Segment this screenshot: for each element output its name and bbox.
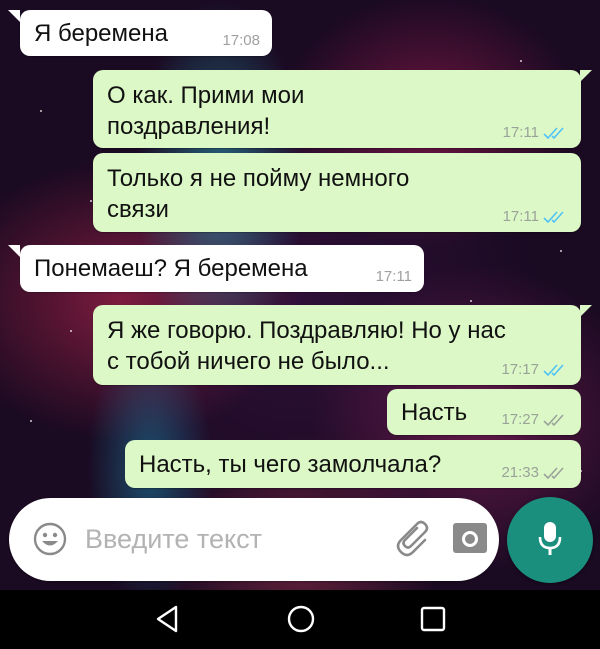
read-double-tick-icon bbox=[543, 363, 569, 377]
message-bubble-outgoing[interactable]: Насть, ты чего замолчала? 21:33 bbox=[125, 440, 581, 488]
message-text: Насть bbox=[401, 399, 468, 426]
message-time: 17:11 bbox=[502, 208, 539, 225]
message-text: Только я не пойму немного связи bbox=[107, 165, 410, 223]
message-text: Я беремена bbox=[34, 20, 168, 47]
bubble-tail bbox=[580, 70, 592, 82]
message-meta: 17:11 bbox=[503, 124, 569, 142]
message-meta: 17:11 bbox=[503, 208, 569, 226]
mic-button[interactable] bbox=[507, 497, 593, 583]
message-time: 17:17 bbox=[501, 361, 539, 378]
message-bubble-outgoing[interactable]: Насть 17:27 bbox=[387, 389, 581, 435]
read-double-tick-icon bbox=[543, 126, 569, 140]
message-meta: 21:33 bbox=[501, 464, 569, 482]
delivered-double-tick-icon bbox=[543, 466, 569, 480]
message-time: 17:11 bbox=[502, 124, 539, 141]
message-bubble-incoming[interactable]: Я беремена 17:08 bbox=[20, 10, 272, 56]
emoji-icon[interactable] bbox=[33, 522, 67, 556]
message-bubble-outgoing[interactable]: Только я не пойму немного связи 17:11 bbox=[93, 153, 581, 232]
attach-icon[interactable] bbox=[395, 518, 435, 558]
message-time: 21:33 bbox=[501, 464, 539, 481]
message-composer[interactable]: Введите текст bbox=[9, 498, 499, 581]
message-input[interactable]: Введите текст bbox=[85, 522, 262, 556]
mic-icon bbox=[538, 522, 562, 555]
camera-icon[interactable] bbox=[452, 522, 488, 554]
message-meta: 17:27 bbox=[501, 411, 569, 429]
message-bubble-outgoing[interactable]: Я же говорю. Поздравляю! Но у нас с тобо… bbox=[93, 305, 581, 385]
home-icon[interactable] bbox=[286, 604, 316, 639]
message-bubble-incoming[interactable]: Понемаеш? Я беремена 17:11 bbox=[20, 245, 424, 292]
recents-icon[interactable] bbox=[420, 606, 446, 637]
bubble-tail bbox=[8, 245, 20, 257]
back-icon[interactable] bbox=[152, 604, 182, 639]
message-text: Насть, ты чего замолчала? bbox=[139, 451, 442, 478]
message-meta: 17:08 bbox=[222, 32, 260, 50]
message-time: 17:08 bbox=[222, 32, 260, 49]
bubble-tail bbox=[580, 305, 592, 317]
message-meta: 17:17 bbox=[501, 361, 569, 379]
bubble-tail bbox=[8, 10, 20, 22]
message-time: 17:11 bbox=[375, 268, 412, 285]
delivered-double-tick-icon bbox=[543, 413, 569, 427]
message-text: Понемаеш? Я беремена bbox=[34, 255, 308, 282]
message-meta: 17:11 bbox=[376, 268, 412, 286]
message-text: Я же говорю. Поздравляю! Но у нас с тобо… bbox=[107, 317, 506, 375]
message-time: 17:27 bbox=[501, 411, 539, 428]
message-text: О как. Прими мои поздравления! bbox=[107, 82, 305, 140]
message-bubble-outgoing[interactable]: О как. Прими мои поздравления! 17:11 bbox=[93, 70, 581, 148]
read-double-tick-icon bbox=[543, 210, 569, 224]
